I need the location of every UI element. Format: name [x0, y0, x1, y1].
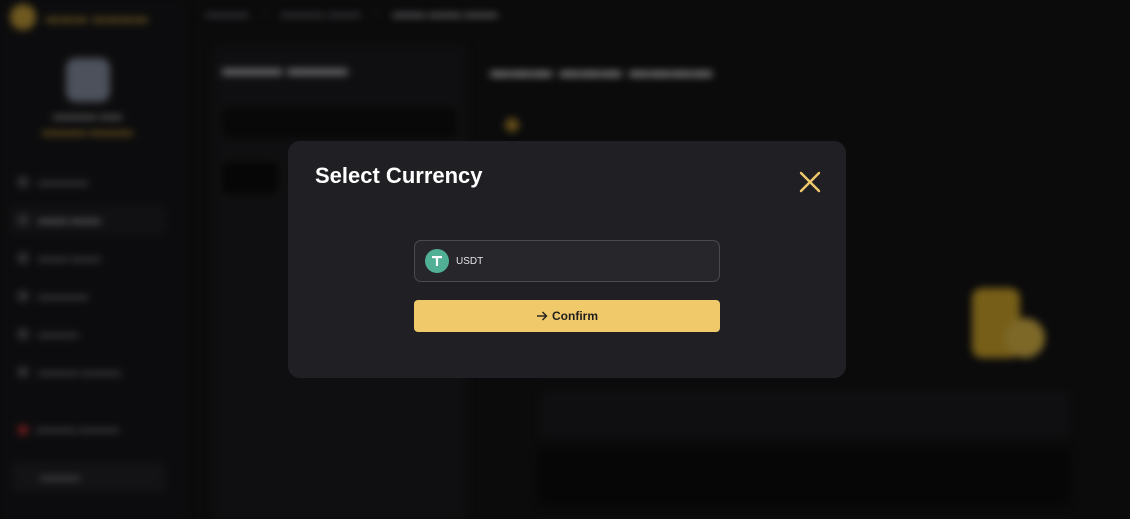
modal-title: Select Currency — [315, 163, 483, 188]
select-currency-modal: Select Currency USDT Confirm — [288, 141, 846, 378]
app-root: ▬▬▬ ▬▬▬▬ ▬▬▬▬ ▬▬ ▬▬▬▬ ▬▬▬▬ ▬▬▬▬▬ ▬▬▬ ▬▬▬… — [0, 0, 1130, 519]
currency-label: USDT — [456, 255, 484, 267]
close-button[interactable] — [794, 166, 826, 198]
confirm-button[interactable]: Confirm — [414, 300, 720, 332]
tether-icon — [425, 249, 449, 273]
currency-option-usdt[interactable]: USDT — [414, 240, 720, 282]
arrow-right-icon — [536, 310, 548, 322]
confirm-button-label: Confirm — [552, 309, 598, 323]
close-icon — [799, 171, 821, 193]
